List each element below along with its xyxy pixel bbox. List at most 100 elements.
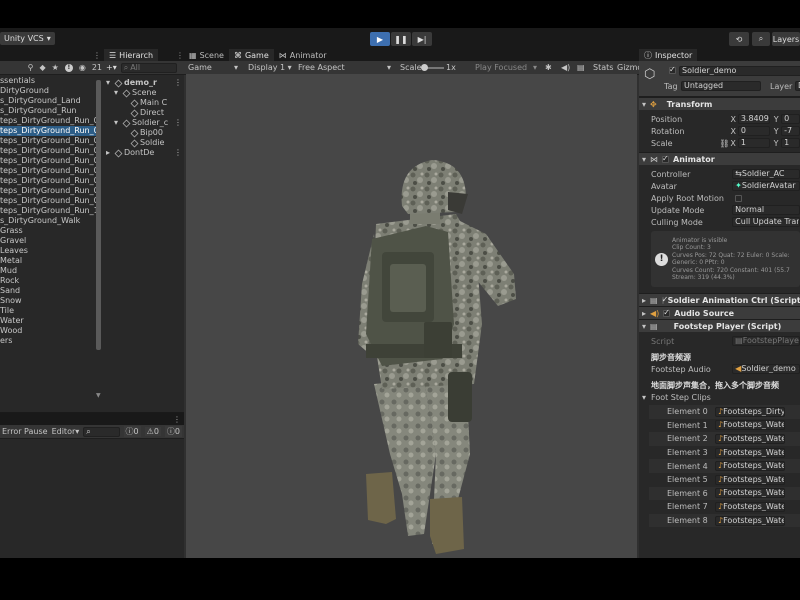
search-button[interactable]: ⌕ [752,32,770,46]
project-item[interactable]: Snow [0,296,98,306]
game-view[interactable] [186,74,637,558]
clip-element-field[interactable]: ♪Footsteps_Dirty [715,406,785,417]
footstep-audio-field[interactable]: ◀Soldier_demo ( [732,364,800,374]
project-item[interactable]: ers [0,336,98,346]
project-item[interactable]: Wood [0,326,98,336]
transform-header[interactable]: ▾ ✥ Transform [639,97,800,110]
clip-element-field[interactable]: ♪Footsteps_Wate [715,488,785,499]
project-item[interactable]: s_DirtyGround_Run [0,106,98,116]
bug-icon[interactable]: ✱ [545,63,552,72]
tag-dropdown[interactable]: Untagged [681,81,761,91]
rotation-y[interactable]: -7 [781,126,800,136]
layer-dropdown[interactable]: D [795,81,800,91]
position-y[interactable]: 0 [781,114,800,124]
hierarchy-search[interactable]: ⌕ All [120,62,177,73]
project-item[interactable]: Metal [0,256,98,266]
display-dropdown[interactable]: Display 1 ▾ [248,63,292,72]
add-button[interactable]: +▾ [106,63,117,72]
play-button[interactable]: ▶ [370,32,390,46]
tab-animator[interactable]: ⋈ Animator [274,49,332,61]
editor-dropdown[interactable]: Editor▾ [52,427,80,436]
avatar-field[interactable]: ✦SoldierAvatar [732,181,800,191]
project-item[interactable]: teps_DirtyGround_Run_06 [0,166,98,176]
info-count[interactable]: ⓘ0 [123,426,141,437]
project-item[interactable]: Tile [0,306,98,316]
more-icon[interactable]: ⋮ [174,148,184,158]
more-icon[interactable]: ⋮ [173,415,181,424]
error-pause-button[interactable]: Error Pause [2,427,48,436]
project-item[interactable]: Rock [0,276,98,286]
project-item[interactable]: teps_DirtyGround_Run_04 [0,146,98,156]
hierarchy-item[interactable]: ▾ Soldier_c ⋮ [104,118,184,128]
project-item[interactable]: Mud [0,266,98,276]
hierarchy-item[interactable]: Main C [104,98,184,108]
rotation-x[interactable]: 0 [737,126,770,136]
clip-element-field[interactable]: ♪Footsteps_Wate [715,433,785,444]
controller-field[interactable]: ⇆Soldier_AC [732,169,800,179]
hierarchy-item[interactable]: ▸ DontDe ⋮ [104,148,184,158]
tab-hierarchy[interactable]: ☰ Hierarch [104,49,159,61]
hierarchy-item[interactable]: Soldie [104,138,184,148]
game-mode-dropdown[interactable]: Game [188,63,212,72]
clip-element-field[interactable]: ♪Footsteps_Wate [715,420,785,431]
apply-root-checkbox[interactable] [735,194,742,202]
chevron-down-icon[interactable]: ▸ [106,148,113,158]
label-icon[interactable]: ◆ [40,63,46,72]
project-item[interactable]: teps_DirtyGround_Run_07 [0,176,98,186]
chevron-down-icon[interactable]: ▾ [106,78,113,88]
warn-count[interactable]: ⚠0 [144,427,161,436]
clip-element-field[interactable]: ♪Footsteps_Wate [715,447,785,458]
project-item[interactable]: teps_DirtyGround_Run_09 [0,196,98,206]
info-icon[interactable]: ! [64,63,73,72]
project-item[interactable]: teps_DirtyGround_Run_10 [0,206,98,216]
clip-element-field[interactable]: ♪Footsteps_Wate [715,461,785,472]
scale-x[interactable]: 1 [737,138,770,148]
footstep-player-header[interactable]: ▾ ▤ Footstep Player (Script) [639,319,800,332]
project-item[interactable]: teps_DirtyGround_Run_08 [0,186,98,196]
project-item[interactable]: teps_DirtyGround_Run_02 [0,126,98,136]
gizmo-toggle-icon[interactable]: ▤ [577,63,585,72]
project-item[interactable]: s_DirtyGround_Walk [0,216,98,226]
hierarchy-item[interactable]: ▾ demo_r ⋮ [104,78,184,88]
project-item[interactable]: s_DirtyGround_Land [0,96,98,106]
project-item[interactable]: Grass [0,226,98,236]
console-search[interactable]: ⌕ [83,426,120,437]
clip-element-field[interactable]: ♪Footsteps_Wate [715,474,785,485]
more-icon[interactable]: ⋮ [93,51,101,60]
clip-element-field[interactable]: ♪Footsteps_Wate [715,515,785,526]
clip-element-field[interactable]: ♪Footsteps_Wate [715,501,785,512]
mute-icon[interactable]: ◀) [561,63,570,72]
pause-button[interactable]: ❚❚ [391,32,411,46]
active-checkbox[interactable] [669,65,676,74]
lock-icon[interactable]: ⋮ [176,51,184,60]
project-scroll-down[interactable]: ▼ [96,392,101,399]
soldier-anim-ctrl-header[interactable]: ▸ ▤ Soldier Animation Ctrl (Script) [639,293,800,306]
project-item[interactable]: Water [0,316,98,326]
project-item[interactable]: DirtyGround [0,86,98,96]
stats-button[interactable]: Stats [593,63,613,72]
tag-filter-icon[interactable]: ⚲ [28,63,34,72]
project-item[interactable]: Sand [0,286,98,296]
scale-slider[interactable] [421,64,444,71]
error-count[interactable]: ⓘ0 [164,426,182,437]
scale-y[interactable]: 1 [781,138,800,148]
layers-dropdown[interactable]: Layers [772,32,800,46]
more-icon[interactable]: ⋮ [174,118,184,128]
play-focused-dropdown[interactable]: Play Focused [475,63,527,72]
link-icon[interactable]: ⛓ [719,139,730,148]
more-icon[interactable]: ⋮ [174,78,184,88]
step-button[interactable]: ▶| [412,32,432,46]
history-button[interactable]: ⟲ [729,32,749,46]
aspect-dropdown[interactable]: Free Aspect [298,63,345,72]
chevron-down-icon[interactable]: ▾ [114,88,121,98]
object-name-field[interactable]: Soldier_demo [679,66,800,76]
hierarchy-item[interactable]: ▾ Scene [104,88,184,98]
visibility-icon[interactable]: ◉ [79,63,86,72]
position-x[interactable]: 3.84094 [737,114,770,124]
vcs-dropdown[interactable]: Unity VCS ▾ [0,32,55,45]
tab-game[interactable]: ⌘ Game [228,49,274,61]
scale-slider-thumb[interactable] [421,64,428,71]
project-scrollbar[interactable] [96,80,101,350]
project-item[interactable]: ssentials [0,76,98,86]
hierarchy-item[interactable]: Direct [104,108,184,118]
